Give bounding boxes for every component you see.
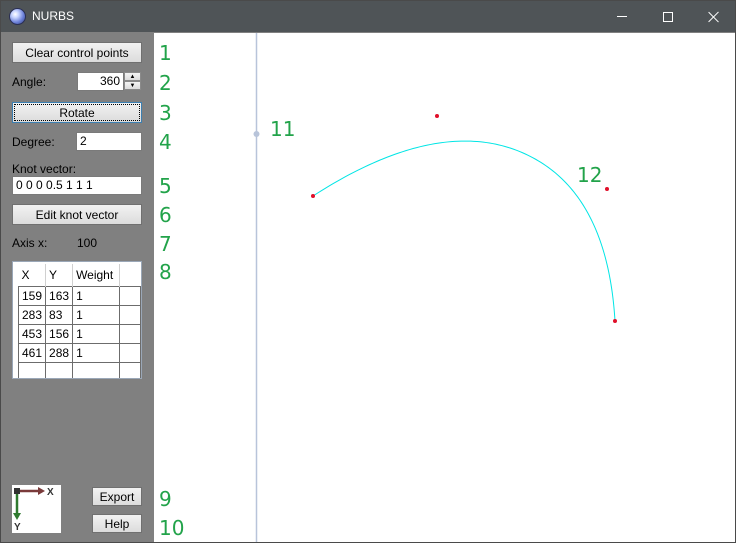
knot-vector-input[interactable]: 0 0 0 0.5 1 1 1 [12,176,142,195]
marker-8: 8 [159,260,172,284]
rotate-button[interactable]: Rotate [12,102,142,123]
grid-header-row: X Y Weight [18,264,141,286]
marker-10: 10 [159,516,185,540]
grid-header-x[interactable]: X [18,264,47,286]
axis-x-letter: X [47,487,54,498]
rotation-axis-handle[interactable] [253,131,260,137]
grid-cell[interactable]: 1 [72,304,120,325]
table-row[interactable]: 461 288 1 [17,342,141,363]
axis-y-letter: Y [14,522,21,533]
control-point-3[interactable] [605,187,609,191]
grid-header-extra[interactable] [119,264,140,286]
maximize-icon [663,11,673,22]
minimize-icon [617,16,627,17]
spin-down-icon[interactable]: ▼ [124,81,141,90]
grid-cell[interactable]: 1 [72,285,120,306]
marker-4: 4 [159,130,172,154]
marker-9: 9 [159,487,172,511]
grid-cell[interactable]: 83 [45,304,74,325]
grid-header-weight[interactable]: Weight [72,264,120,286]
window-title: NURBS [32,9,75,23]
marker-2: 2 [159,71,172,95]
close-icon [708,11,720,23]
help-button[interactable]: Help [92,514,142,533]
grid-cell[interactable] [72,361,120,378]
grid-header-y[interactable]: Y [45,264,74,286]
axis-orientation-icon: X Y [12,485,61,533]
grid-cell[interactable] [118,304,141,325]
grid-cell[interactable]: 453 [17,323,47,344]
marker-11: 11 [270,117,296,141]
table-row-new[interactable] [17,361,141,378]
control-point-2[interactable] [435,114,439,118]
minimize-button[interactable] [599,1,645,32]
nurbs-window: NURBS Clear control points Angle: 360 ▲ … [0,0,736,543]
grid-cell[interactable] [118,342,141,363]
table-row[interactable]: 453 156 1 [17,323,141,344]
grid-cell[interactable]: 159 [17,285,47,306]
marker-7: 7 [159,232,172,256]
export-button[interactable]: Export [92,487,142,506]
angle-input[interactable]: 360 [77,72,124,91]
angle-spinner[interactable]: ▲ ▼ [124,72,141,90]
grid-cell[interactable]: 283 [17,304,47,325]
close-button[interactable] [691,1,735,32]
drawing-canvas[interactable] [154,33,735,542]
title-bar[interactable]: NURBS [1,1,735,32]
grid-cell[interactable]: 288 [45,342,74,363]
degree-input[interactable]: 2 [76,132,142,151]
angle-label: Angle: [12,75,47,89]
axis-x-value: 100 [77,236,98,250]
grid-cell[interactable] [118,323,141,344]
edit-knot-vector-button[interactable]: Edit knot vector [12,204,142,225]
grid-cell[interactable] [45,361,74,378]
marker-12: 12 [577,163,603,187]
grid-cell[interactable]: 163 [45,285,74,306]
grid-cell[interactable] [17,361,47,378]
clear-control-points-button[interactable]: Clear control points [12,42,142,63]
maximize-button[interactable] [645,1,691,32]
degree-label: Degree: [12,135,55,149]
grid-cell[interactable]: 461 [17,342,47,363]
axis-x-label: Axis x: [12,236,48,250]
marker-5: 5 [159,174,172,198]
nurbs-curve [312,140,616,322]
control-points-grid[interactable]: X Y Weight 159 163 1 283 83 1 453 156 1 [12,261,142,379]
grid-cell[interactable]: 156 [45,323,74,344]
marker-1: 1 [159,41,172,65]
grid-cell[interactable] [118,361,141,378]
axis-arrows-icon: X Y [13,487,54,533]
control-points[interactable] [311,114,617,323]
nurbs-app-icon [9,8,26,25]
control-point-4[interactable] [613,319,617,323]
grid-cell[interactable] [118,285,141,306]
marker-3: 3 [159,101,172,125]
control-point-1[interactable] [311,194,315,198]
curve-drawing[interactable] [154,33,735,542]
grid-cell[interactable]: 1 [72,323,120,344]
marker-6: 6 [159,203,172,227]
grid-cell[interactable]: 1 [72,342,120,363]
spin-up-icon[interactable]: ▲ [124,72,141,81]
knot-vector-label: Knot vector: [12,162,77,176]
table-row[interactable]: 159 163 1 [17,285,141,306]
table-row[interactable]: 283 83 1 [17,304,141,325]
